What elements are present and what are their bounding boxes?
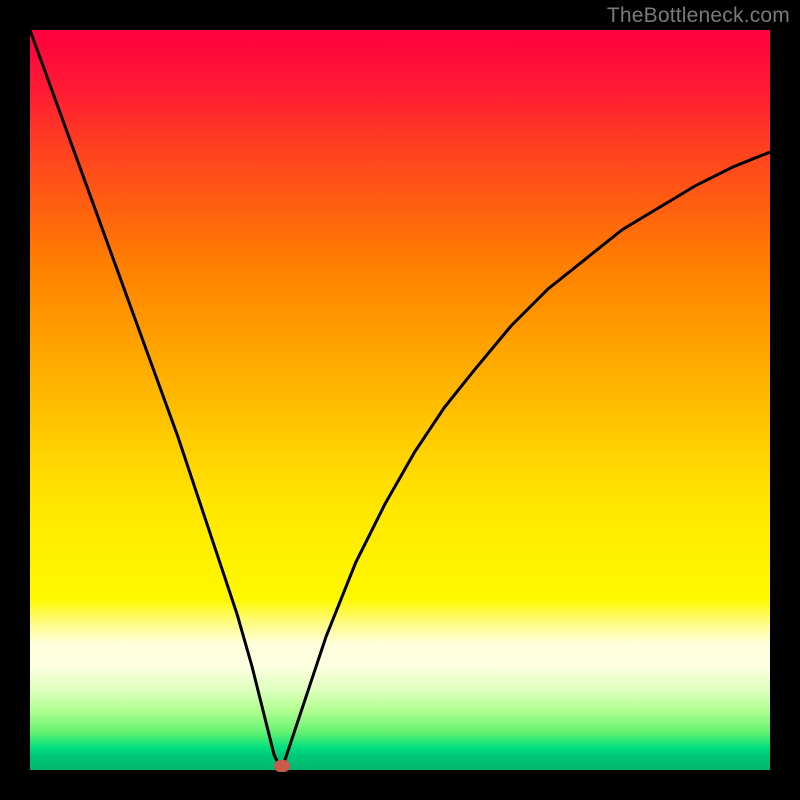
- curve-left-branch: [30, 30, 282, 770]
- marker-dot: [274, 760, 290, 772]
- bottleneck-curve: [30, 30, 770, 770]
- chart-plot-area: [30, 30, 770, 770]
- curve-right-branch: [282, 152, 770, 770]
- watermark-text: TheBottleneck.com: [607, 4, 790, 28]
